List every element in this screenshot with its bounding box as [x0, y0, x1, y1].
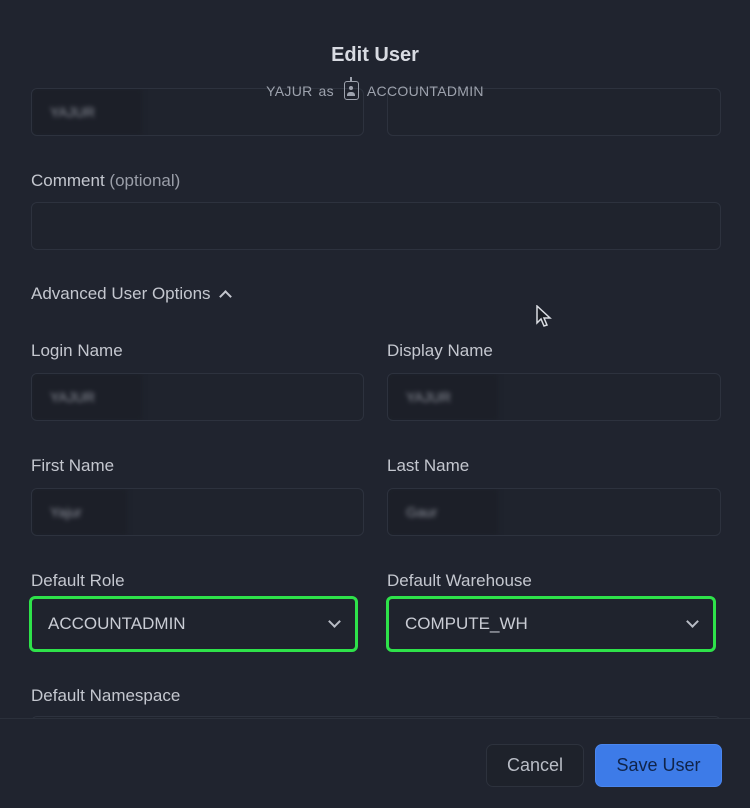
chevron-down-icon — [686, 615, 699, 628]
default-role-label: Default Role — [31, 571, 125, 590]
last-name-value: Gaur — [388, 489, 498, 535]
save-user-button[interactable]: Save User — [595, 744, 722, 787]
comment-label-text: Comment — [31, 171, 105, 190]
edit-user-dialog: YAJUR Comment (optional) Advanced User O… — [0, 0, 750, 808]
advanced-user-options-toggle[interactable]: Advanced User Options — [31, 284, 232, 304]
cancel-button[interactable]: Cancel — [486, 744, 584, 787]
role-badge-icon — [343, 77, 359, 100]
advanced-user-options-label: Advanced User Options — [31, 284, 211, 303]
display-name-label: Display Name — [387, 341, 493, 360]
dialog-body: YAJUR Comment (optional) Advanced User O… — [0, 0, 750, 718]
chevron-down-icon — [328, 615, 341, 628]
chevron-up-icon — [218, 290, 232, 303]
dialog-header: Edit User YAJUR as ACCOUNTADMIN — [0, 0, 750, 104]
dialog-footer: Cancel Save User — [0, 718, 750, 808]
default-role-select[interactable]: ACCOUNTADMIN — [29, 596, 358, 652]
display-name-input[interactable]: YAJUR — [387, 373, 721, 421]
first-name-value: Yajur — [32, 489, 127, 535]
comment-input[interactable] — [31, 202, 721, 250]
subtitle-user: YAJUR — [266, 82, 313, 99]
first-name-input[interactable]: Yajur — [31, 488, 364, 536]
login-name-input[interactable]: YAJUR — [31, 373, 364, 421]
first-name-label: First Name — [31, 456, 115, 475]
last-name-input[interactable]: Gaur — [387, 488, 721, 536]
default-warehouse-value: COMPUTE_WH — [405, 614, 528, 633]
display-name-value: YAJUR — [388, 374, 498, 420]
login-name-value: YAJUR — [32, 374, 142, 420]
dialog-title: Edit User — [331, 44, 419, 66]
default-warehouse-select[interactable]: COMPUTE_WH — [386, 596, 716, 652]
dialog-subtitle: YAJUR as ACCOUNTADMIN — [0, 77, 750, 100]
mouse-cursor-icon — [536, 305, 552, 327]
login-name-label: Login Name — [31, 341, 123, 360]
subtitle-as: as — [318, 82, 334, 99]
comment-label: Comment (optional) — [31, 171, 180, 191]
default-namespace-label: Default Namespace — [31, 686, 181, 705]
optional-hint: (optional) — [109, 171, 181, 190]
subtitle-role: ACCOUNTADMIN — [366, 82, 484, 99]
default-role-value: ACCOUNTADMIN — [48, 614, 186, 633]
default-warehouse-label: Default Warehouse — [387, 571, 532, 590]
last-name-label: Last Name — [387, 456, 470, 475]
